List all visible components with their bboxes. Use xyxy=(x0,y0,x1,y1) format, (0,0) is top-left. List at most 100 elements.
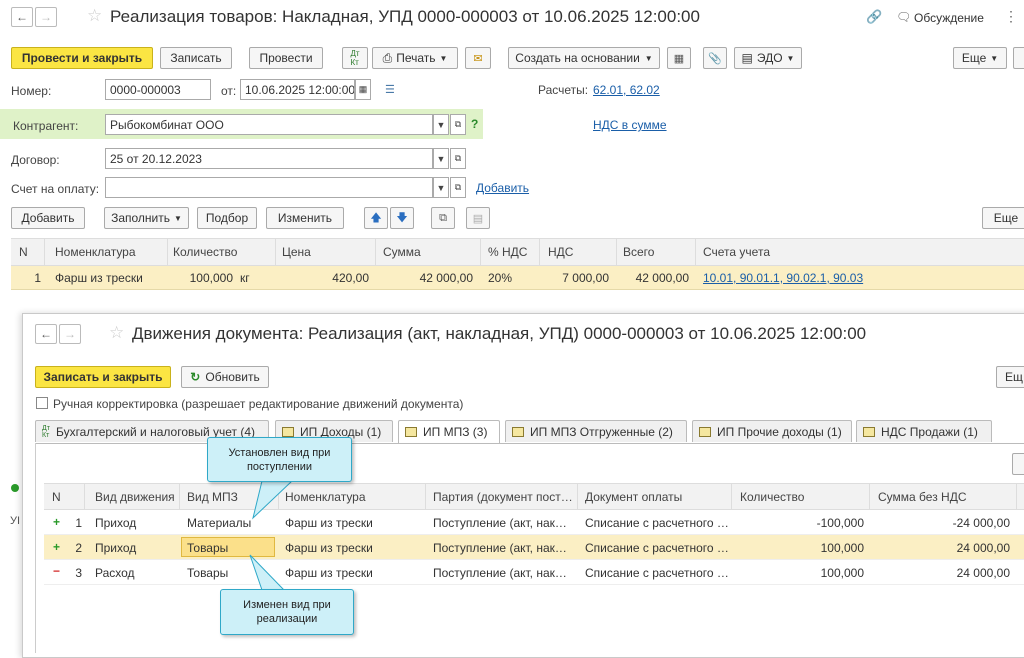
discussion-icon[interactable]: 🗨 xyxy=(896,10,911,24)
tabs-divider xyxy=(35,443,1024,444)
help-button[interactable] xyxy=(1013,47,1024,69)
attachment-icon[interactable]: 📎 xyxy=(703,47,727,69)
invoice-field[interactable] xyxy=(105,177,433,198)
tab-ip-mpz[interactable]: ИП МПЗ (3) xyxy=(398,420,500,443)
create-based-on-button[interactable]: Создать на основании ▼ xyxy=(508,47,660,69)
panel-more-button[interactable] xyxy=(1012,453,1024,475)
register-icon xyxy=(863,426,875,437)
column-header: Всего xyxy=(623,245,655,259)
open-icon[interactable]: ⧉ xyxy=(450,114,466,135)
move-down-icon[interactable]: 🡇 xyxy=(390,207,414,229)
column-header: Документ оплаты xyxy=(585,490,683,504)
help-icon[interactable]: ? xyxy=(471,117,478,131)
status-dot-icon xyxy=(11,484,19,492)
tab-ip-other-income[interactable]: ИП Прочие доходы (1) xyxy=(692,420,852,442)
fill-button[interactable]: Заполнить ▼ xyxy=(104,207,189,229)
column-header: Вид МПЗ xyxy=(187,490,238,504)
favorite-star-icon[interactable]: ☆ xyxy=(109,323,124,343)
vat-in-sum-link[interactable]: НДС в сумме xyxy=(593,118,667,132)
tab-vat-sales[interactable]: НДС Продажи (1) xyxy=(856,420,992,442)
contractor-label: Контрагент: xyxy=(13,119,79,133)
pick-button[interactable]: Подбор xyxy=(197,207,257,229)
column-header: Сумма без НДС xyxy=(878,490,967,504)
income-icon: + xyxy=(53,540,61,554)
callout-set-on-receipt: Установлен вид при поступлении xyxy=(207,437,352,482)
copy-icon[interactable]: ⧉ xyxy=(431,207,455,229)
open-icon[interactable]: ⧉ xyxy=(450,148,466,169)
date-label: от: xyxy=(221,84,237,98)
print-button[interactable]: ⎙ Печать ▼ xyxy=(372,47,458,69)
paste-icon[interactable]: ▤ xyxy=(466,207,490,229)
dt-kt-icon: Дт Кт xyxy=(42,424,50,439)
add-invoice-link[interactable]: Добавить xyxy=(476,181,529,195)
manual-correction-checkbox[interactable] xyxy=(36,397,48,409)
movements-title: Движения документа: Реализация (акт, нак… xyxy=(132,324,867,343)
column-header: Вид движения xyxy=(95,490,175,504)
column-header: % НДС xyxy=(488,245,528,259)
favorite-star-icon[interactable]: ☆ xyxy=(87,6,102,26)
movements-table-header: N Вид движения Вид МПЗ Номенклатура Парт… xyxy=(44,483,1024,510)
date-field[interactable]: 10.06.2025 12:00:00 xyxy=(240,79,355,100)
email-icon[interactable]: ✉ xyxy=(465,47,491,69)
dropdown-icon[interactable]: ▼ xyxy=(433,114,449,135)
dropdown-icon[interactable]: ▼ xyxy=(433,148,449,169)
chevron-down-icon: ▼ xyxy=(990,53,999,63)
goods-table-header: N Номенклатура Количество Цена Сумма % Н… xyxy=(11,238,1024,266)
table-row[interactable]: + 2 Приход Товары Фарш из трески Поступл… xyxy=(44,535,1024,560)
add-row-button[interactable]: Добавить xyxy=(11,207,85,229)
manual-correction-label: Ручная корректировка (разрешает редактир… xyxy=(53,397,464,411)
chevron-down-icon: ▼ xyxy=(439,53,448,63)
refresh-icon: ↻ xyxy=(190,370,201,384)
change-button[interactable]: Изменить xyxy=(266,207,344,229)
column-header: Партия (документ пост… xyxy=(433,490,573,504)
history-icon[interactable]: ☰ xyxy=(385,83,395,96)
dropdown-icon[interactable]: ▼ xyxy=(433,177,449,198)
callout-changed-on-sale: Изменен вид при реализации xyxy=(220,589,354,635)
calc-accounts-link[interactable]: 62.01, 62.02 xyxy=(593,83,660,97)
column-header: Номенклатура xyxy=(55,245,136,259)
open-icon[interactable]: ⧉ xyxy=(450,177,466,198)
table-row[interactable]: + 1 Приход Материалы Фарш из трески Пост… xyxy=(44,510,1024,535)
structure-icon[interactable]: ▦ xyxy=(667,47,691,69)
table-row[interactable]: − 3 Расход Товары Фарш из трески Поступл… xyxy=(44,560,1024,585)
post-button[interactable]: Провести xyxy=(249,47,323,69)
contractor-field[interactable]: Рыбокомбинат ООО xyxy=(105,114,433,135)
contract-field[interactable]: 25 от 20.12.2023 xyxy=(105,148,433,169)
accounts-link[interactable]: 10.01, 90.01.1, 90.02.1, 90.03 xyxy=(703,271,863,285)
table-more-button[interactable]: Еще xyxy=(982,207,1024,229)
refresh-button[interactable]: ↻ Обновить xyxy=(181,366,269,388)
save-button[interactable]: Записать xyxy=(160,47,232,69)
column-header: НДС xyxy=(548,245,574,259)
column-header: N xyxy=(19,245,28,259)
column-header: Сумма xyxy=(383,245,421,259)
page-title: Реализация товаров: Накладная, УПД 0000-… xyxy=(110,7,700,26)
link-icon[interactable]: 🔗 xyxy=(866,9,882,25)
register-icon xyxy=(512,426,524,437)
income-icon: + xyxy=(53,515,61,529)
column-header: N xyxy=(52,490,61,504)
calendar-icon[interactable]: ▦ xyxy=(355,79,371,100)
column-header: Счета учета xyxy=(703,245,770,259)
movements-more-button[interactable]: Ещ xyxy=(996,366,1024,388)
edo-button[interactable]: ▤ ЭДО ▼ xyxy=(734,47,802,69)
tab-ip-mpz-shipped[interactable]: ИП МПЗ Отгруженные (2) xyxy=(505,420,687,442)
back-button[interactable]: ← xyxy=(11,7,33,27)
save-and-close-button[interactable]: Записать и закрыть xyxy=(35,366,171,388)
column-header: Количество xyxy=(173,245,238,259)
column-header: Количество xyxy=(740,490,805,504)
forward-button[interactable]: → xyxy=(59,324,81,344)
invoice-label: Счет на оплату: xyxy=(11,182,100,196)
dt-kt-icon[interactable]: Дт Кт xyxy=(342,47,368,69)
table-row[interactable]: 1 Фарш из трески 100,000 кг 420,00 42 00… xyxy=(11,266,1024,290)
more-menu-icon[interactable]: ⋮ xyxy=(1004,8,1018,25)
post-and-close-button[interactable]: Провести и закрыть xyxy=(11,47,153,69)
chevron-down-icon: ▼ xyxy=(174,213,182,223)
more-button[interactable]: Еще ▼ xyxy=(953,47,1007,69)
move-up-icon[interactable]: 🡅 xyxy=(364,207,388,229)
number-label: Номер: xyxy=(11,84,52,98)
forward-button[interactable]: → xyxy=(35,7,57,27)
number-field[interactable]: 0000-000003 xyxy=(105,79,211,100)
back-button[interactable]: ← xyxy=(35,324,57,344)
discussion-link[interactable]: Обсуждение xyxy=(914,11,984,25)
expense-icon: − xyxy=(53,564,61,578)
